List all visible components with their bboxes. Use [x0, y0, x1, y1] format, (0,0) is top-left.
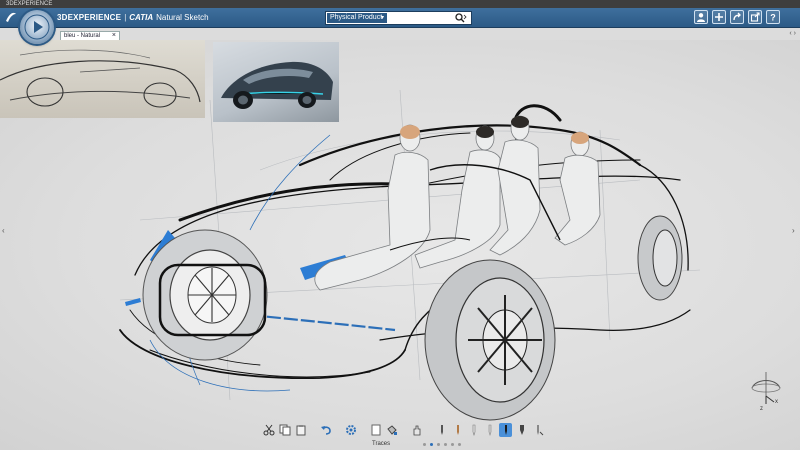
app-title: 3DEXPERIENCE | CATIA Natural Sketch: [57, 8, 209, 28]
title-separator: |: [124, 13, 127, 22]
toolbar-pager[interactable]: [423, 443, 461, 446]
compass-icon[interactable]: [20, 10, 54, 44]
scissors-icon[interactable]: [262, 423, 275, 437]
bucket-icon[interactable]: [385, 423, 398, 437]
paste-icon[interactable]: [294, 423, 307, 437]
top-bar: 3DEXPERIENCE | CATIA Natural Sketch Physica…: [0, 8, 800, 28]
user-icon[interactable]: [694, 10, 708, 24]
chevron-down-icon: ▾: [380, 15, 384, 21]
hand-icon[interactable]: [410, 423, 423, 437]
eraser-icon[interactable]: [531, 423, 544, 437]
orientation-compass-icon[interactable]: x z: [744, 366, 788, 412]
share-icon[interactable]: [730, 10, 744, 24]
copy-icon[interactable]: [278, 423, 291, 437]
settings-icon[interactable]: [344, 423, 357, 437]
sketch-canvas[interactable]: ‹ ›: [0, 40, 800, 450]
search-input[interactable]: [389, 13, 451, 23]
ds-logo-icon: [4, 10, 18, 24]
close-icon[interactable]: ×: [112, 32, 116, 40]
pen-icon[interactable]: [451, 423, 464, 437]
pager-dot[interactable]: [423, 443, 426, 446]
sketch-toolbar: [262, 421, 544, 439]
brush-icon[interactable]: [499, 423, 512, 437]
tab-navigation[interactable]: ‹ ›: [789, 30, 796, 37]
pager-dot[interactable]: [437, 443, 440, 446]
page-icon[interactable]: [369, 423, 382, 437]
help-icon[interactable]: ?: [766, 10, 780, 24]
undo-icon[interactable]: [319, 423, 332, 437]
search-scope-dropdown[interactable]: Physical Product ▾: [327, 13, 387, 23]
top-icon-group: ?: [694, 10, 780, 24]
pager-dot[interactable]: [451, 443, 454, 446]
app-name-label: Natural Sketch: [156, 13, 209, 22]
brand-label: 3DEXPERIENCE: [57, 13, 122, 22]
export-icon[interactable]: [748, 10, 762, 24]
os-window-title: 3DEXPERIENCE: [0, 0, 800, 8]
svg-text:?: ?: [770, 13, 776, 23]
search-box: Physical Product ▾: [325, 11, 472, 25]
pager-dot[interactable]: [444, 443, 447, 446]
search-icon[interactable]: [454, 12, 468, 24]
tab-document[interactable]: bleu - Natural Sketch ×: [60, 31, 120, 47]
svg-text:z: z: [760, 406, 763, 412]
tab-row: bleu - Natural Sketch × ‹ ›: [0, 29, 800, 47]
search-scope-label: Physical Product: [330, 14, 383, 21]
ink-icon[interactable]: [483, 423, 496, 437]
pager-dot[interactable]: [458, 443, 461, 446]
left-pane-arrow-icon[interactable]: ‹: [2, 226, 5, 235]
toolbar-section-label: Traces: [372, 441, 391, 447]
car-sketch: [119, 89, 701, 421]
add-icon[interactable]: [712, 10, 726, 24]
right-pane-arrow-icon[interactable]: ›: [792, 226, 795, 235]
pager-dot[interactable]: [430, 443, 433, 446]
marker-icon[interactable]: [435, 423, 448, 437]
product-label: CATIA: [129, 13, 154, 22]
svg-text:x: x: [775, 399, 778, 405]
pencil-icon[interactable]: [467, 423, 480, 437]
pen-nib-icon[interactable]: [515, 423, 528, 437]
